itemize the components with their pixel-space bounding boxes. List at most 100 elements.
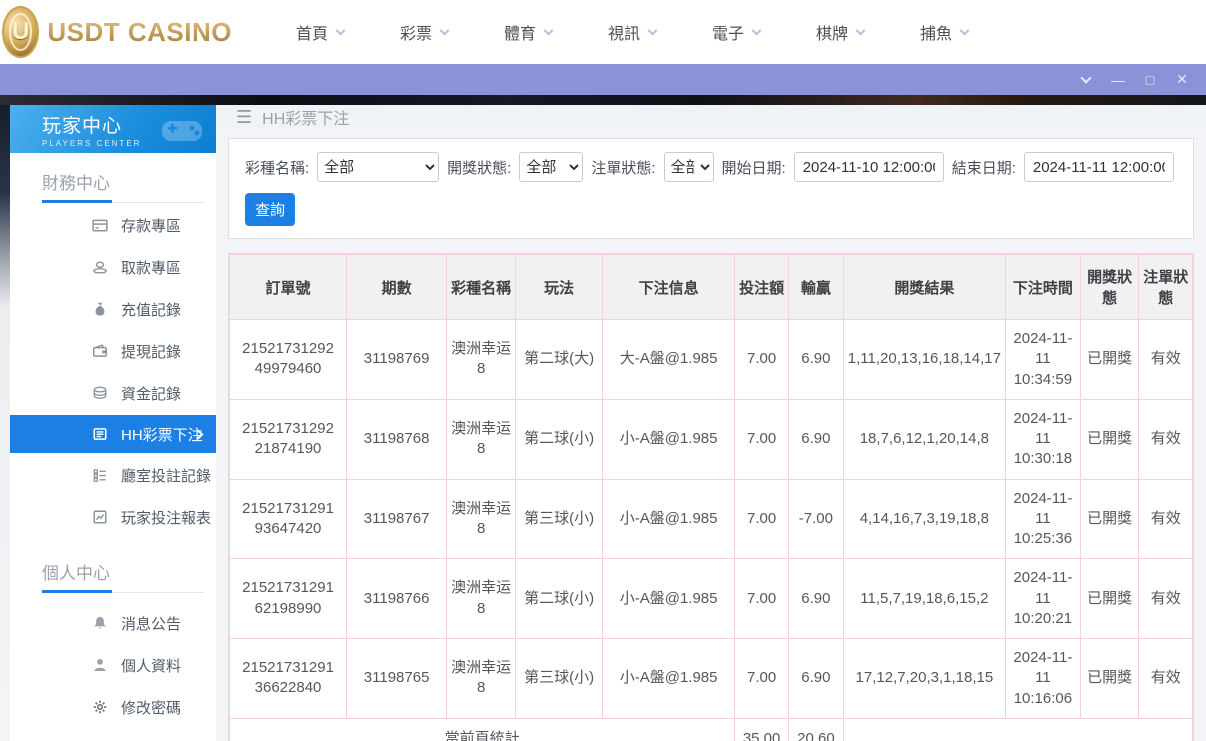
deposit-card-icon: [92, 219, 108, 232]
summary-label: 當前頁統計: [228, 717, 736, 741]
brand-logo[interactable]: U USDT CASINO: [2, 6, 232, 58]
table-cell: 2024-11-11 10:20:21: [1004, 558, 1081, 639]
start-date-input[interactable]: [793, 152, 944, 182]
coins-icon: [93, 386, 107, 399]
sidebar-item-funds-record[interactable]: 資金記錄: [10, 373, 216, 413]
nav-item-label: 彩票: [399, 26, 432, 43]
gamepad-icon: [162, 121, 202, 141]
table-cell: 澳洲幸运8: [446, 638, 517, 719]
draw-status-select[interactable]: 全部: [519, 152, 584, 182]
search-button[interactable]: 查詢: [245, 193, 295, 226]
table-cell: 有效: [1138, 398, 1193, 480]
table-cell: 2024-11-11 10:25:36: [1004, 478, 1081, 560]
window-collapse-button[interactable]: [1072, 68, 1100, 92]
table-cell: 7.00: [734, 319, 790, 400]
sidebar-item-label: 存款專區: [121, 217, 182, 235]
table-cell: 1,11,20,13,16,18,14,17: [842, 319, 1006, 400]
table-cell: 已開獎: [1079, 558, 1140, 639]
nav-item[interactable]: 體育: [476, 0, 580, 64]
col-header: 期數: [346, 254, 448, 320]
window-titlebar: — □ ✕: [0, 64, 1206, 95]
nav-item[interactable]: 首頁: [268, 0, 372, 64]
table-cell: 2152173129221874190: [228, 398, 348, 480]
sidebar-item-label: 取款專區: [121, 259, 182, 277]
nav-item[interactable]: 捕魚: [892, 0, 996, 64]
table-cell: 有效: [1138, 558, 1193, 639]
bet-table-panel: 訂單號 期數 彩種名稱 玩法 下注信息 投注額 輸贏 開獎結果 下注時間 開獎狀…: [228, 253, 1194, 741]
order-status-label: 注單狀態:: [591, 159, 656, 177]
sidebar-item-label: 廳室投註記錄: [121, 467, 212, 485]
nav-item[interactable]: 彩票: [372, 0, 476, 64]
col-header: 玩法: [515, 254, 604, 320]
site-header: U USDT CASINO 首頁 彩票 體育 視訊 電子 棋牌 捕魚: [0, 0, 1206, 64]
table-cell: 2024-11-11 10:16:06: [1004, 638, 1081, 719]
sidebar-item-withdrawal-record[interactable]: 提現記錄: [10, 331, 216, 371]
sidebar: 玩家中心 PLAYERS CENTER 財務中心 存款專區 取款專區 充值記錄 …: [10, 105, 216, 741]
summary-bet-total: 35.00: [734, 717, 790, 741]
section-divider: [42, 590, 204, 593]
nav-item-label: 體育: [503, 26, 536, 43]
close-button[interactable]: ✕: [1168, 68, 1196, 92]
sidebar-item-label: 提現記錄: [121, 343, 182, 361]
table-cell: 小-A盤@1.985: [602, 478, 736, 560]
end-date-label: 結束日期:: [951, 159, 1016, 177]
table-cell: 小-A盤@1.985: [602, 398, 736, 480]
nav-item[interactable]: 視訊: [580, 0, 684, 64]
sidebar-item-recharge-record[interactable]: 充值記錄: [10, 289, 216, 329]
sidebar-item-deposit[interactable]: 存款專區: [10, 205, 216, 245]
summary-empty: [842, 717, 1194, 741]
table-row: 2152173129193647420 31198767 澳洲幸运8 第三球(小) 小-…: [228, 478, 1193, 560]
table-cell: 澳洲幸运8: [446, 398, 517, 480]
sidebar-item-profile[interactable]: 個人資料: [10, 645, 216, 685]
table-cell: 澳洲幸运8: [446, 319, 517, 400]
table-cell: 第二球(大): [515, 319, 604, 400]
bet-table: 訂單號 期數 彩種名稱 玩法 下注信息 投注額 輸贏 開獎結果 下注時間 開獎狀…: [228, 254, 1194, 741]
table-cell: 第三球(小): [515, 638, 604, 719]
minimize-button[interactable]: —: [1104, 68, 1132, 92]
col-header: 下注信息: [602, 254, 736, 320]
table-cell: 6.90: [788, 558, 844, 639]
sidebar-item-hh-lottery-bets[interactable]: HH彩票下注: [10, 415, 216, 453]
start-date-label: 開始日期:: [721, 159, 786, 177]
chevron-down-icon: [647, 25, 658, 35]
page-title: HH彩票下注: [262, 111, 350, 128]
sidebar-item-change-password[interactable]: 修改密碼: [10, 687, 216, 727]
money-bag-icon: [95, 302, 105, 316]
lottery-select[interactable]: 全部: [317, 152, 440, 182]
sidebar-item-withdraw[interactable]: 取款專區: [10, 247, 216, 287]
nav-item[interactable]: 棋牌: [788, 0, 892, 64]
sidebar-item-player-bet-report[interactable]: 玩家投注報表: [10, 497, 216, 537]
col-header: 下注時間: [1004, 254, 1081, 320]
summary-row-page: 當前頁統計 35.00 20.60: [228, 717, 1194, 741]
chevron-down-icon: [335, 25, 346, 35]
gear-icon: [93, 700, 107, 714]
table-cell: 7.00: [734, 478, 790, 560]
table-cell: 澳洲幸运8: [446, 558, 517, 639]
sidebar-item-hall-bet-records[interactable]: 廳室投註記錄: [10, 455, 216, 495]
table-cell: 2152173129136622840: [228, 638, 348, 719]
table-cell: 澳洲幸运8: [446, 478, 517, 560]
hamburger-menu-icon[interactable]: ☰: [236, 107, 252, 128]
table-cell: 7.00: [734, 638, 790, 719]
sidebar-item-announcements[interactable]: 消息公告: [10, 603, 216, 643]
table-cell: 已開獎: [1079, 478, 1140, 560]
nav-item[interactable]: 電子: [684, 0, 788, 64]
table-row: 2152173129162198990 31198766 澳洲幸运8 第二球(小) 小-…: [228, 558, 1193, 639]
sidebar-item-label: 消息公告: [121, 615, 182, 633]
table-cell: 6.90: [788, 638, 844, 719]
table-cell: 4,14,16,7,3,19,18,8: [842, 478, 1006, 560]
person-icon: [94, 659, 106, 671]
col-header: 開獎結果: [842, 254, 1006, 320]
maximize-button[interactable]: □: [1136, 68, 1164, 92]
wallet-icon: [92, 344, 108, 357]
bet-list-icon: [93, 428, 107, 440]
end-date-input[interactable]: [1023, 152, 1174, 182]
order-status-select[interactable]: 全部: [663, 152, 714, 182]
table-cell: 已開獎: [1079, 638, 1140, 719]
table-cell: 有效: [1138, 638, 1193, 719]
coin-monogram: U: [12, 18, 30, 45]
table-cell: 7.00: [734, 398, 790, 480]
sidebar-section-finance: 財務中心: [42, 174, 110, 193]
col-header: 彩種名稱: [446, 254, 517, 320]
bet-table-body: 2152173129249979460 31198769 澳洲幸运8 第二球(大) 大-…: [228, 319, 1193, 719]
